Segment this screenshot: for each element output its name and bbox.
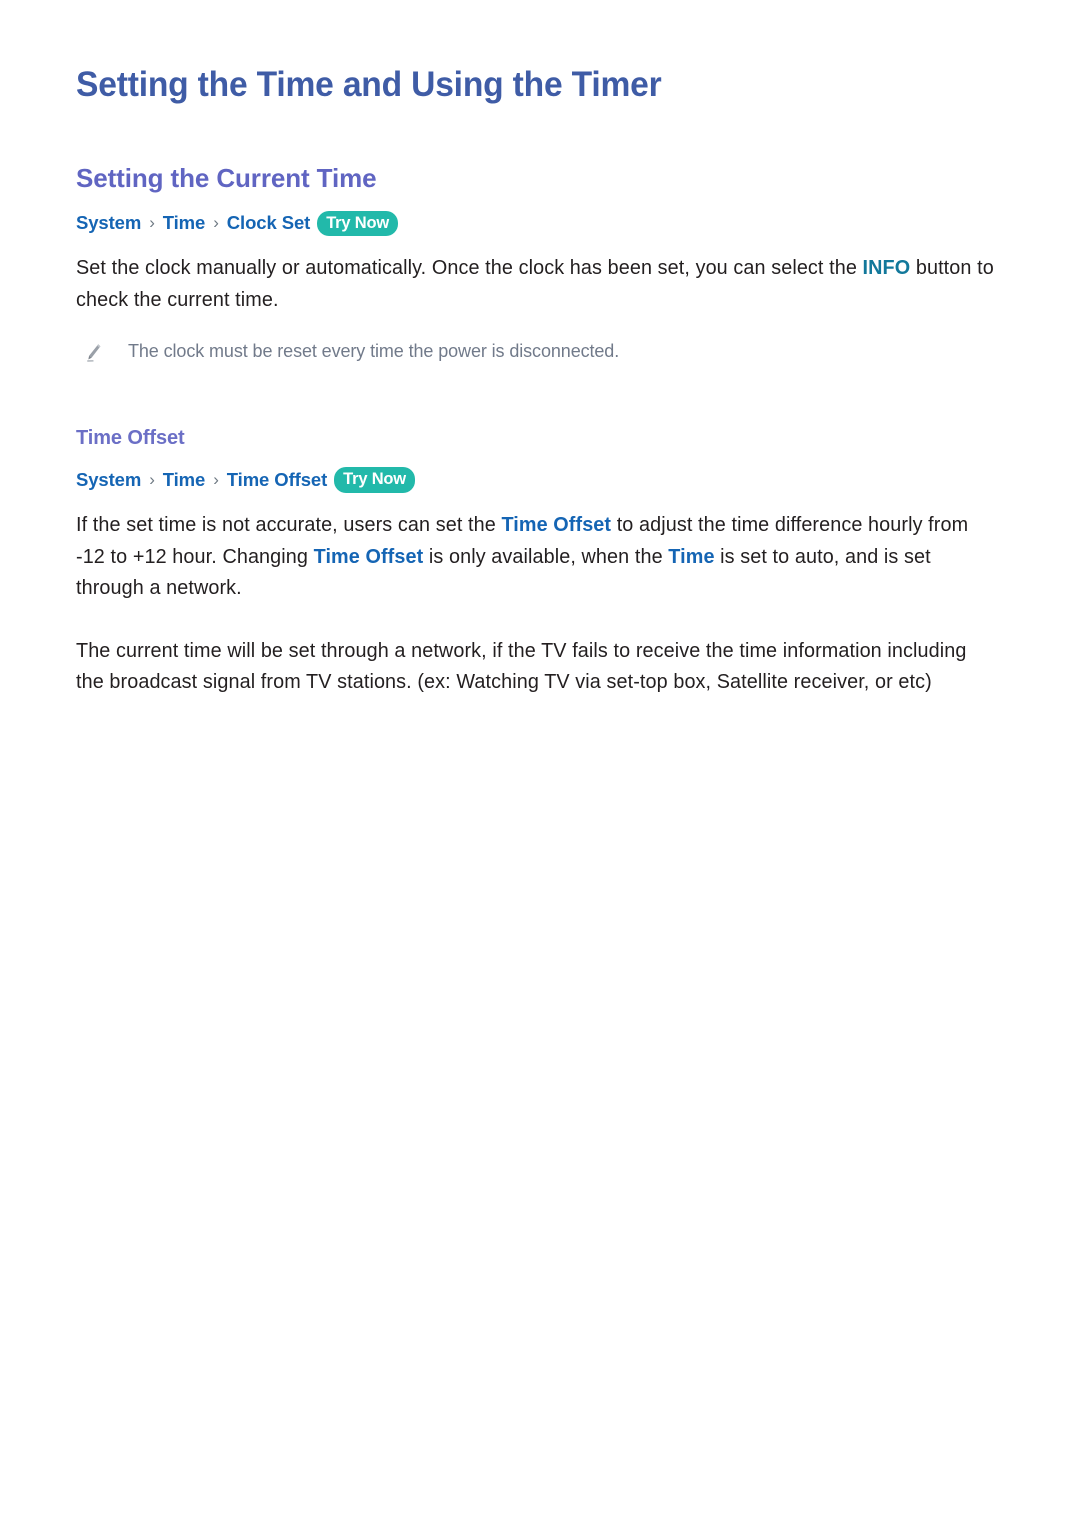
- paragraph-time-offset-description: If the set time is not accurate, users c…: [76, 493, 995, 605]
- paragraph-clock-set: Set the clock manually or automatically.…: [76, 236, 995, 316]
- keyword-time-offset: Time Offset: [501, 513, 612, 536]
- breadcrumb-clock-set: System › Time › Clock Set Try Now: [76, 194, 1004, 237]
- chevron-right-icon: ›: [149, 213, 155, 233]
- page-title: Setting the Time and Using the Timer: [76, 65, 662, 104]
- paragraph-text-part: is only available, when the: [423, 545, 669, 568]
- breadcrumb-item-system[interactable]: System: [76, 469, 141, 491]
- keyword-time: Time: [668, 545, 715, 568]
- keyword-time-offset: Time Offset: [313, 545, 424, 568]
- note-clock-reset: The clock must be reset every time the p…: [76, 316, 1004, 364]
- section-heading-setting-current-time: Setting the Current Time: [76, 162, 377, 193]
- paragraph-network-time: The current time will be set through a n…: [76, 639, 967, 694]
- breadcrumb-item-time-offset[interactable]: Time Offset: [227, 469, 327, 491]
- document-page: Setting the Time and Using the Timer Set…: [0, 0, 1080, 1527]
- chevron-right-icon: ›: [149, 470, 155, 490]
- pencil-icon: [84, 342, 106, 364]
- chevron-right-icon: ›: [213, 213, 219, 233]
- breadcrumb-item-time[interactable]: Time: [163, 212, 206, 234]
- breadcrumb-item-clock-set[interactable]: Clock Set: [227, 212, 311, 234]
- paragraph-text-part: If the set time is not accurate, users c…: [76, 513, 502, 536]
- try-now-button-time-offset[interactable]: Try Now: [334, 467, 415, 493]
- breadcrumb-item-system[interactable]: System: [76, 212, 141, 234]
- note-text: The clock must be reset every time the p…: [128, 341, 620, 362]
- section-heading-time-offset: Time Offset: [76, 427, 185, 450]
- chevron-right-icon: ›: [213, 470, 219, 490]
- try-now-button-clock-set[interactable]: Try Now: [317, 210, 398, 237]
- keyword-info: INFO: [862, 257, 911, 280]
- paragraph-text-part: Set the clock manually or automatically.…: [76, 257, 863, 280]
- breadcrumb-item-time[interactable]: Time: [163, 469, 206, 491]
- breadcrumb-time-offset: System › Time › Time Offset Try Now: [76, 450, 1004, 493]
